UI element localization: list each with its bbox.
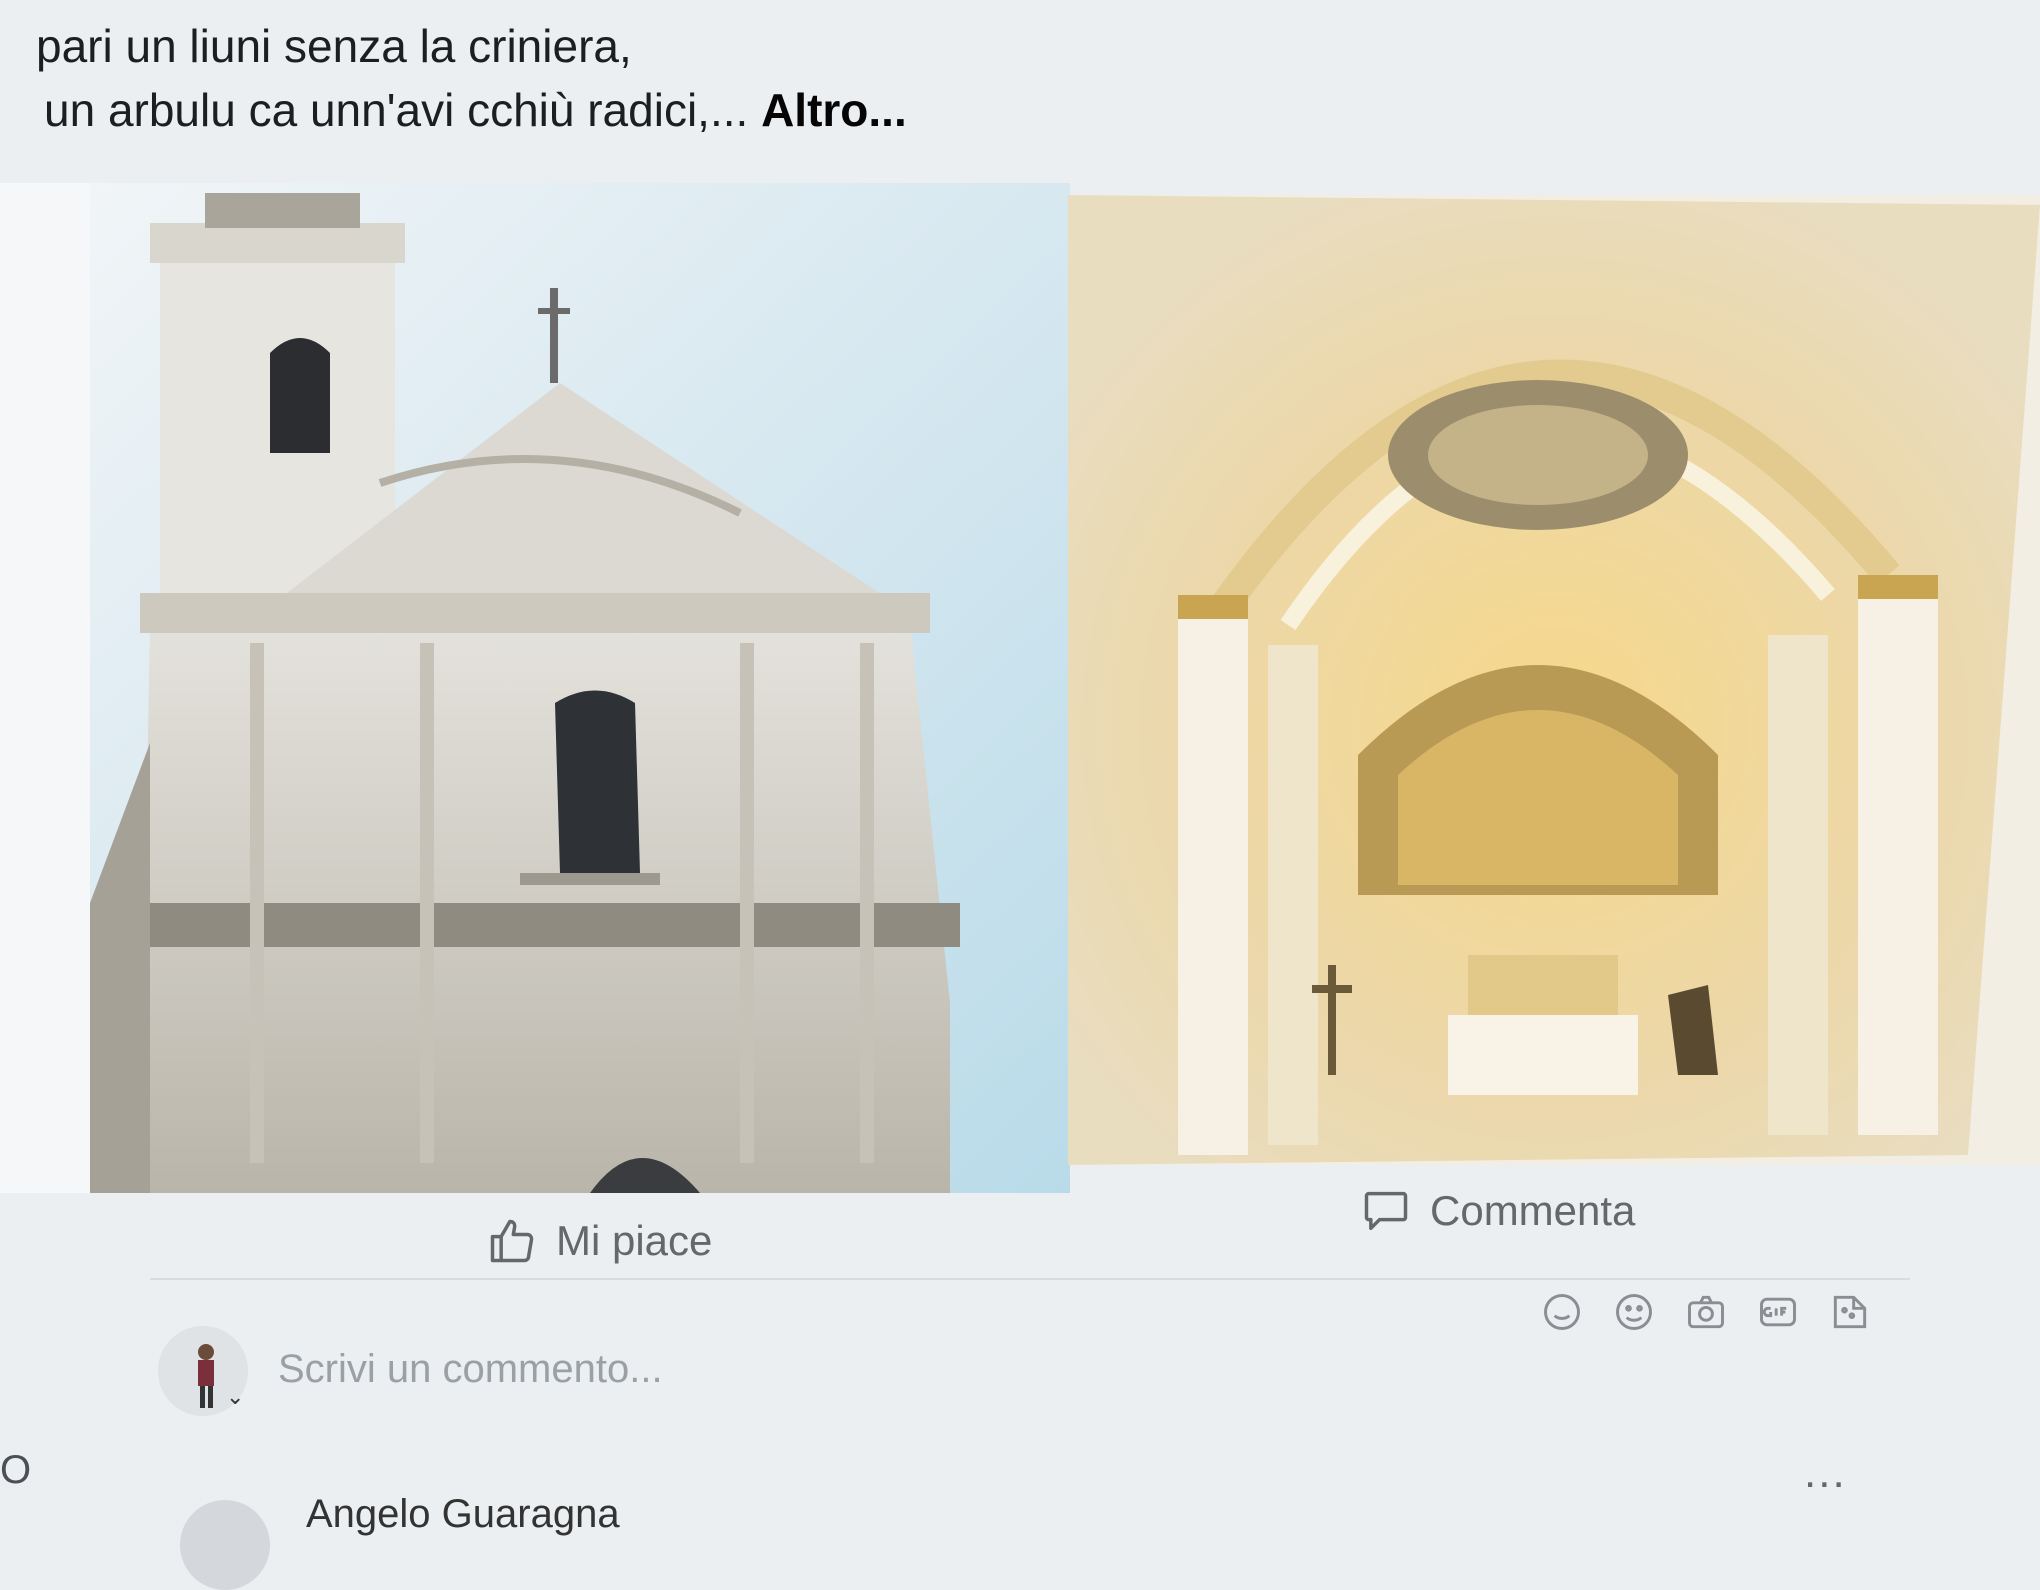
thumbs-up-icon [490, 1219, 534, 1263]
post-text: pari un liuni senza la criniera, un arbu… [36, 14, 907, 142]
see-more-link[interactable]: Altro... [761, 84, 907, 136]
post-text-line-2: un arbulu ca unn'avi cchiù radici,... Al… [44, 84, 907, 136]
like-button[interactable]: Mi piace [486, 1215, 712, 1267]
more-options-button[interactable]: ... [1804, 1448, 1847, 1498]
speech-bubble-icon [1364, 1191, 1408, 1231]
left-edge-text: O [0, 1448, 32, 1492]
next-comment-author[interactable]: Angelo Guaragna [306, 1492, 620, 1537]
next-comment-avatar[interactable] [180, 1500, 270, 1590]
comment-button[interactable]: Commenta [1360, 1185, 1635, 1237]
photo-church-interior[interactable] [1068, 195, 2040, 1165]
comment-composer: ⌄ [158, 1318, 1920, 1420]
chevron-down-icon[interactable]: ⌄ [226, 1384, 244, 1410]
church-nave-image [1068, 195, 2040, 1165]
post-text-line-1: pari un liuni senza la criniera, [36, 20, 632, 72]
like-label: Mi piace [556, 1217, 713, 1264]
composer-divider [158, 1366, 1918, 1368]
comment-input[interactable] [276, 1318, 1920, 1420]
comment-label: Commenta [1430, 1187, 1636, 1234]
church-facade-image [0, 183, 1070, 1193]
photo-church-exterior[interactable] [0, 183, 1070, 1193]
actions-divider [150, 1278, 1910, 1280]
